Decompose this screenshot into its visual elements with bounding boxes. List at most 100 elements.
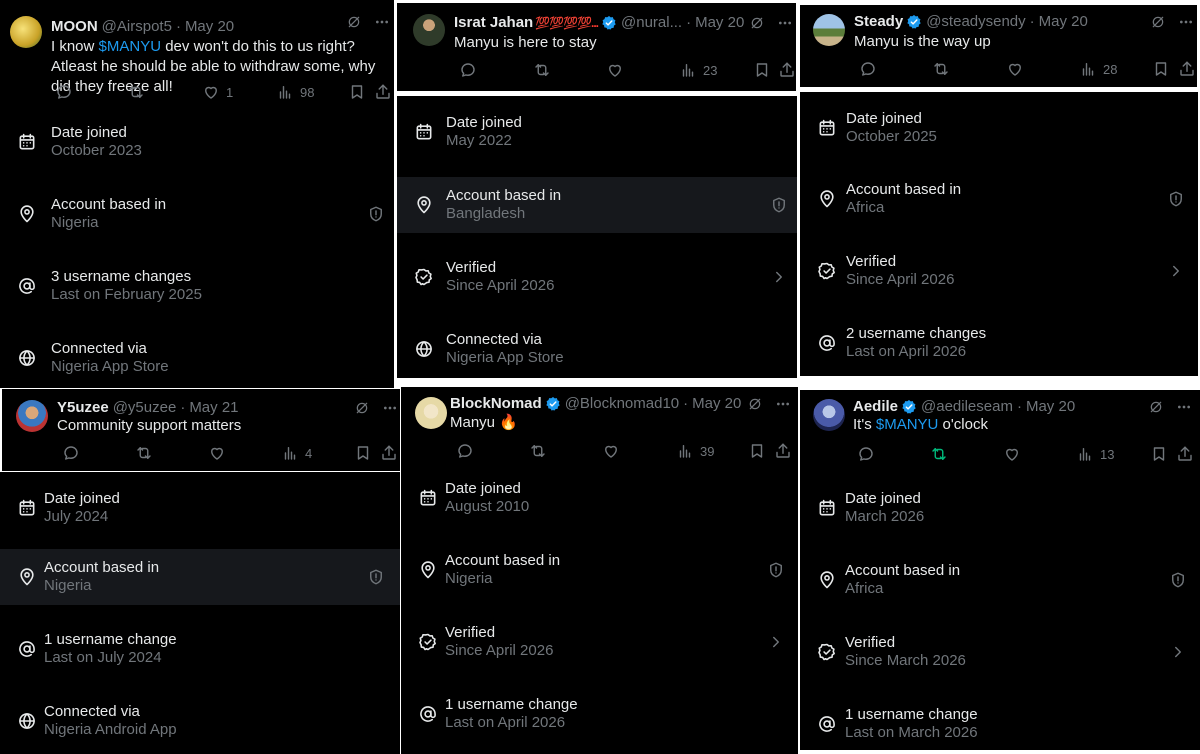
shield-icon[interactable] [367,205,385,223]
more-icon[interactable] [1178,14,1194,30]
timestamp[interactable]: May 20 [1026,397,1075,417]
tweet-card[interactable]: Israt Jahan 💯💯💯💯... @nural... · May 20 M… [397,3,796,91]
grok-slash-icon[interactable] [346,14,362,30]
bookmark-button[interactable] [1144,445,1168,463]
share-button[interactable] [1172,60,1196,78]
share-button[interactable] [1170,445,1194,463]
handle[interactable]: @Blocknomad10 [565,394,679,414]
grok-slash-icon[interactable] [354,400,370,416]
retweet-button[interactable] [924,445,948,463]
reply-icon [456,442,474,460]
chevron-right-icon[interactable] [1167,262,1185,280]
grok-slash-icon[interactable] [749,15,765,31]
views-button[interactable]: 98 [270,83,314,101]
views-button[interactable]: 28 [1073,60,1117,78]
account-info-row[interactable]: Verified Since April 2026 [397,249,797,305]
tweet-card[interactable]: Aedile @aedileseam · May 20 It's $MANYU … [800,390,1200,468]
share-button[interactable] [768,442,792,460]
chevron-right-icon[interactable] [1169,643,1187,661]
like-button[interactable]: 1 [196,83,233,101]
timestamp[interactable]: May 20 [692,394,741,414]
timestamp[interactable]: May 21 [189,398,238,418]
shield-icon[interactable] [770,196,788,214]
handle[interactable]: @steadysendy [926,12,1025,32]
reply-button[interactable] [851,445,875,463]
display-name[interactable]: Aedile [853,397,898,417]
retweet-button[interactable] [523,442,547,460]
reply-button[interactable] [56,444,80,462]
shield-icon[interactable] [367,568,385,586]
views-button[interactable]: 13 [1070,445,1114,463]
bookmark-button[interactable] [747,61,771,79]
chevron-right-icon[interactable] [770,268,788,286]
verified-badge-icon[interactable] [901,399,917,415]
verified-badge-icon[interactable] [545,396,561,412]
cashtag-link[interactable]: $MANYU [99,38,162,55]
handle[interactable]: @aedileseam [921,397,1013,417]
display-name[interactable]: BlockNomad [450,394,542,414]
like-button[interactable] [1000,60,1024,78]
cashtag-link[interactable]: $MANYU [876,416,939,433]
tweet-card[interactable]: BlockNomad @Blocknomad10 · May 20 Manyu … [401,387,798,467]
bookmark-button[interactable] [348,444,372,462]
retweet-button[interactable] [926,60,950,78]
account-info-row[interactable]: Verified Since March 2026 [800,624,1200,680]
shield-icon[interactable] [1167,190,1185,208]
more-icon[interactable] [777,15,793,31]
retweet-button[interactable] [129,444,153,462]
retweet-button[interactable] [527,61,551,79]
more-icon[interactable] [374,14,390,30]
info-value: Last on April 2026 [846,343,967,360]
views-button[interactable]: 23 [673,61,717,79]
tweet-card[interactable]: MOON @Airspot5 · May 20 I know $MANYU de… [0,0,394,108]
reply-button[interactable] [453,61,477,79]
shield-icon[interactable] [1169,571,1187,589]
share-button[interactable] [368,83,392,101]
chevron-right-icon[interactable] [767,633,785,651]
reply-button[interactable] [450,442,474,460]
handle[interactable]: @y5uzee [113,398,177,418]
reply-button[interactable] [49,83,73,101]
views-button[interactable]: 39 [670,442,714,460]
like-button[interactable] [596,442,620,460]
grok-slash-icon[interactable] [1148,399,1164,415]
avatar[interactable] [813,14,845,46]
verified-badge-icon[interactable] [601,15,617,31]
grok-slash-icon[interactable] [1150,14,1166,30]
timestamp[interactable]: May 20 [185,17,234,37]
bookmark-button[interactable] [742,442,766,460]
shield-icon[interactable] [767,561,785,579]
grok-slash-icon[interactable] [747,396,763,412]
more-icon[interactable] [382,400,398,416]
share-button[interactable] [374,444,398,462]
retweet-button[interactable] [121,83,145,101]
handle[interactable]: @nural... [621,13,682,33]
avatar[interactable] [413,14,445,46]
like-button[interactable] [600,61,624,79]
tweet-card[interactable]: Steady @steadysendy · May 20 Manyu is th… [800,5,1197,87]
timestamp[interactable]: May 20 [1039,12,1088,32]
share-button[interactable] [772,61,796,79]
timestamp[interactable]: May 20 [695,13,744,33]
handle[interactable]: @Airspot5 [102,17,172,37]
bookmark-button[interactable] [1146,60,1170,78]
views-button[interactable]: 4 [275,444,312,462]
more-icon[interactable] [1176,399,1192,415]
reply-button[interactable] [853,60,877,78]
avatar[interactable] [813,399,845,431]
display-name[interactable]: Steady [854,12,903,32]
account-info-row[interactable]: Verified Since April 2026 [401,614,798,670]
like-button[interactable] [997,445,1021,463]
like-button[interactable] [202,444,226,462]
display-name[interactable]: MOON [51,17,98,37]
tweet-card[interactable]: Y5uzee @y5uzee · May 21 Community suppor… [2,389,400,471]
more-icon[interactable] [775,396,791,412]
display-name[interactable]: Israt Jahan [454,13,533,33]
avatar[interactable] [10,16,42,48]
display-name[interactable]: Y5uzee [57,398,109,418]
avatar[interactable] [16,400,48,432]
verified-badge-icon[interactable] [906,14,922,30]
account-info-row[interactable]: Verified Since April 2026 [800,243,1198,299]
avatar[interactable] [415,397,447,429]
bookmark-button[interactable] [342,83,366,101]
